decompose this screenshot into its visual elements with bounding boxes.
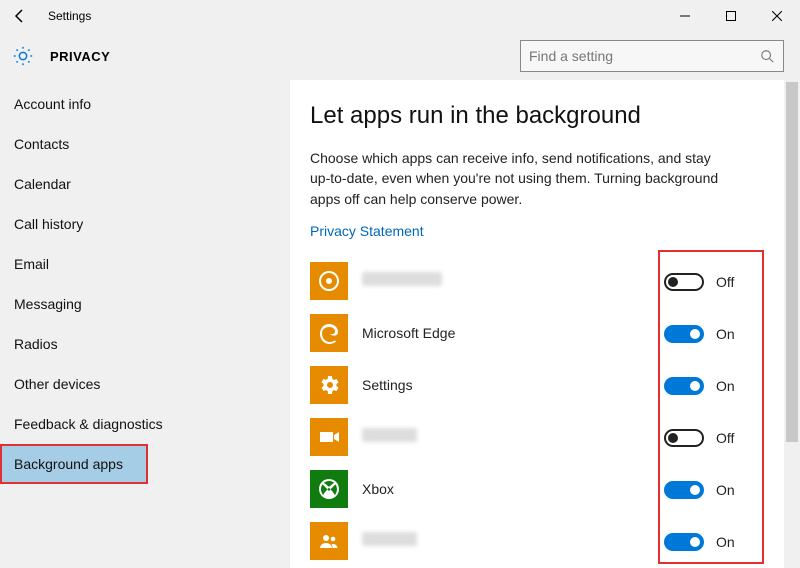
toggle-switch[interactable] (664, 533, 704, 551)
video-icon (310, 418, 348, 456)
toggle-label: On (716, 534, 735, 550)
sidebar-item-feedback-diagnostics[interactable]: Feedback & diagnostics (0, 404, 290, 444)
settings-gear-icon (12, 45, 34, 67)
sidebar-item-other-devices[interactable]: Other devices (0, 364, 290, 404)
annotation-highlight: Background apps (0, 444, 148, 484)
obscured-text (362, 532, 417, 546)
body: Account info Contacts Calendar Call hist… (0, 80, 800, 568)
toggle-label: Off (716, 430, 734, 446)
page-title: PRIVACY (50, 49, 110, 64)
sidebar-item-call-history[interactable]: Call history (0, 204, 290, 244)
sidebar-item-label: Messaging (14, 296, 82, 312)
toggle-row: Off (664, 412, 758, 464)
minimize-button[interactable] (662, 0, 708, 32)
sidebar-item-label: Radios (14, 336, 58, 352)
sidebar-item-background-apps[interactable]: Background apps (0, 444, 148, 484)
toggle-label: On (716, 326, 735, 342)
toggle-label: Off (716, 274, 734, 290)
search-box[interactable] (520, 40, 784, 72)
sidebar-item-label: Background apps (14, 456, 123, 472)
sidebar: Account info Contacts Calendar Call hist… (0, 80, 290, 568)
maximize-button[interactable] (708, 0, 754, 32)
toggle-switch[interactable] (664, 481, 704, 499)
obscured-text (362, 272, 442, 286)
toggle-switch[interactable] (664, 429, 704, 447)
toggle-switch[interactable] (664, 377, 704, 395)
toggle-switch[interactable] (664, 273, 704, 291)
toggle-row: On (664, 516, 758, 568)
toggle-label: On (716, 482, 735, 498)
section-description: Choose which apps can receive info, send… (310, 148, 730, 209)
window-controls (662, 0, 800, 32)
sidebar-item-label: Email (14, 256, 49, 272)
sidebar-item-email[interactable]: Email (0, 244, 290, 284)
toggle-row: On (664, 308, 758, 360)
edge-icon (310, 314, 348, 352)
section-heading: Let apps run in the background (310, 102, 770, 130)
close-icon (772, 11, 782, 21)
toggle-switch[interactable] (664, 325, 704, 343)
sidebar-item-label: Other devices (14, 376, 100, 392)
sidebar-item-label: Call history (14, 216, 83, 232)
search-input[interactable] (521, 48, 751, 64)
toggle-row: On (664, 464, 758, 516)
obscured-text (362, 428, 417, 442)
back-button[interactable] (0, 0, 40, 32)
window-title: Settings (48, 9, 91, 23)
sidebar-item-label: Account info (14, 96, 91, 112)
people-icon (310, 522, 348, 560)
annotation-highlight-toggles: Off On On Off On On (658, 250, 764, 564)
search-icon (751, 49, 783, 63)
sidebar-item-contacts[interactable]: Contacts (0, 124, 290, 164)
main-content: Let apps run in the background Choose wh… (290, 80, 800, 568)
gear-icon (310, 366, 348, 404)
arrow-left-icon (12, 8, 28, 24)
scrollbar[interactable] (784, 80, 800, 568)
toggle-row: Off (664, 256, 758, 308)
scrollbar-thumb[interactable] (786, 82, 798, 442)
sidebar-item-calendar[interactable]: Calendar (0, 164, 290, 204)
sidebar-item-account-info[interactable]: Account info (0, 84, 290, 124)
minimize-icon (680, 11, 690, 21)
sidebar-item-label: Contacts (14, 136, 69, 152)
header: PRIVACY (0, 32, 800, 80)
close-button[interactable] (754, 0, 800, 32)
maximize-icon (726, 11, 736, 21)
xbox-icon (310, 470, 348, 508)
sidebar-item-radios[interactable]: Radios (0, 324, 290, 364)
sidebar-item-messaging[interactable]: Messaging (0, 284, 290, 324)
sidebar-item-label: Feedback & diagnostics (14, 416, 163, 432)
titlebar: Settings (0, 0, 800, 32)
privacy-statement-link[interactable]: Privacy Statement (310, 223, 424, 239)
target-icon (310, 262, 348, 300)
toggle-label: On (716, 378, 735, 394)
sidebar-item-label: Calendar (14, 176, 71, 192)
toggle-row: On (664, 360, 758, 412)
